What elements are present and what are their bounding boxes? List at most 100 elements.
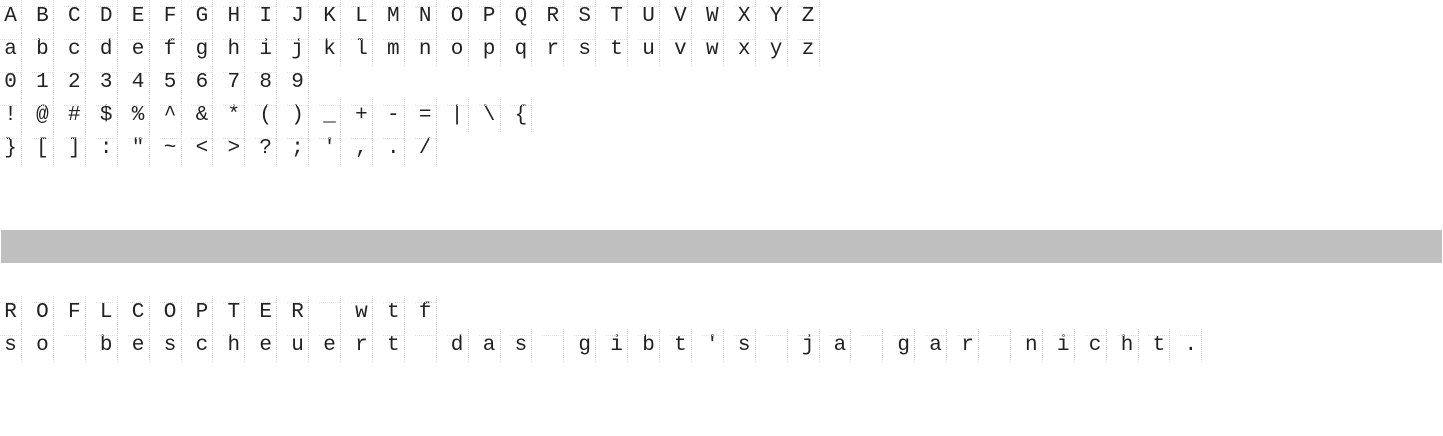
glyph-cell: ? <box>255 132 278 165</box>
glyph-cell: % <box>127 99 150 132</box>
glyph-cell: t <box>669 329 692 362</box>
glyph-cell: 7 <box>223 66 246 99</box>
glyph-cell: s <box>510 329 533 362</box>
glyph-cell: a <box>829 329 852 362</box>
glyph-cell: P <box>191 296 214 329</box>
glyph-cell: } <box>0 132 22 165</box>
separator-bar <box>1 230 1442 263</box>
glyph-cell <box>542 329 565 362</box>
glyph-cell: < <box>191 132 214 165</box>
glyph-cell: P <box>478 0 501 33</box>
glyph-cell: b <box>95 329 118 362</box>
glyph-cell <box>765 329 788 362</box>
glyph-cell: c <box>191 329 214 362</box>
glyph-cell: . <box>382 132 405 165</box>
glyph-cell: J <box>287 0 310 33</box>
glyph-cell: Q <box>510 0 533 33</box>
glyph-cell: / <box>414 132 437 165</box>
glyph-cell: a <box>0 33 22 66</box>
glyph-cell: - <box>382 99 405 132</box>
glyph-cell: G <box>191 0 214 33</box>
glyph-cell: l <box>350 33 373 66</box>
glyph-cell: T <box>606 0 629 33</box>
glyph-cell: w <box>701 33 724 66</box>
glyph-cell <box>63 329 86 362</box>
glyph-cell: t <box>382 329 405 362</box>
glyph-cell: R <box>0 296 22 329</box>
glyph-cell: q <box>510 33 533 66</box>
glyph-cell: g <box>191 33 214 66</box>
glyph-cell: @ <box>31 99 54 132</box>
glyph-cell: n <box>1020 329 1043 362</box>
glyph-cell: p <box>478 33 501 66</box>
glyph-cell: , <box>350 132 373 165</box>
glyph-cell: X <box>733 0 756 33</box>
glyph-cell: u <box>638 33 660 66</box>
glyph-cell <box>861 329 884 362</box>
glyph-cell: ) <box>287 99 310 132</box>
glyph-cell: ( <box>255 99 278 132</box>
glyph-cell: O <box>159 296 182 329</box>
glyph-cell: d <box>95 33 118 66</box>
glyph-cell: h <box>1116 329 1139 362</box>
glyph-cell: N <box>414 0 437 33</box>
glyph-cell: n <box>414 33 437 66</box>
glyph-cell: R <box>287 296 310 329</box>
glyph-cell: t <box>1148 329 1171 362</box>
glyph-cell: a <box>478 329 501 362</box>
glyph-cell: o <box>31 329 54 362</box>
glyph-cell: t <box>382 296 405 329</box>
glyph-cell: ' <box>701 329 724 362</box>
glyph-cell: j <box>287 33 310 66</box>
glyph-cell: 4 <box>127 66 150 99</box>
glyph-cell: 9 <box>287 66 310 99</box>
glyph-cell: $ <box>95 99 118 132</box>
glyph-cell: C <box>127 296 150 329</box>
glyph-cell: T <box>223 296 246 329</box>
glyph-cell: ~ <box>159 132 182 165</box>
glyph-cell: " <box>127 132 150 165</box>
glyph-cell: = <box>414 99 437 132</box>
glyph-cell: r <box>957 329 979 362</box>
glyph-cell: M <box>382 0 405 33</box>
glyph-cell: A <box>0 0 22 33</box>
glyph-cell: > <box>223 132 246 165</box>
glyph-cell: { <box>510 99 533 132</box>
glyph-cell: | <box>446 99 469 132</box>
glyph-cell: s <box>574 33 597 66</box>
glyph-cell: ^ <box>159 99 182 132</box>
glyph-cell: e <box>255 329 278 362</box>
glyph-cell: c <box>63 33 86 66</box>
glyph-cell: 0 <box>0 66 22 99</box>
glyph-cell: O <box>446 0 469 33</box>
glyph-cell: b <box>638 329 660 362</box>
glyph-cell: a <box>925 329 948 362</box>
glyph-cell: F <box>63 296 86 329</box>
glyph-cell: g <box>893 329 916 362</box>
glyph-cell: Y <box>765 0 788 33</box>
glyph-cell <box>988 329 1011 362</box>
glyph-cell: k <box>319 33 341 66</box>
glyph-cell: D <box>95 0 118 33</box>
glyph-cell: : <box>95 132 118 165</box>
glyph-cell: E <box>255 296 278 329</box>
glyph-cell: ' <box>319 132 341 165</box>
glyph-cell: j <box>797 329 820 362</box>
glyph-cell: h <box>223 33 246 66</box>
glyph-cell: e <box>127 329 150 362</box>
glyph-cell: # <box>63 99 86 132</box>
glyph-cell <box>319 296 341 329</box>
glyph-cell: r <box>350 329 373 362</box>
glyph-cell: e <box>319 329 341 362</box>
glyph-cell: 1 <box>31 66 54 99</box>
glyph-cell: f <box>414 296 437 329</box>
glyph-cell: s <box>159 329 182 362</box>
glyph-cell: ] <box>63 132 86 165</box>
glyph-cell: u <box>287 329 310 362</box>
glyph-cell: z <box>797 33 820 66</box>
glyph-cell: f <box>159 33 182 66</box>
glyph-cell: O <box>31 296 54 329</box>
glyph-cell: i <box>606 329 629 362</box>
glyph-cell: B <box>31 0 54 33</box>
glyph-cell: \ <box>478 99 501 132</box>
